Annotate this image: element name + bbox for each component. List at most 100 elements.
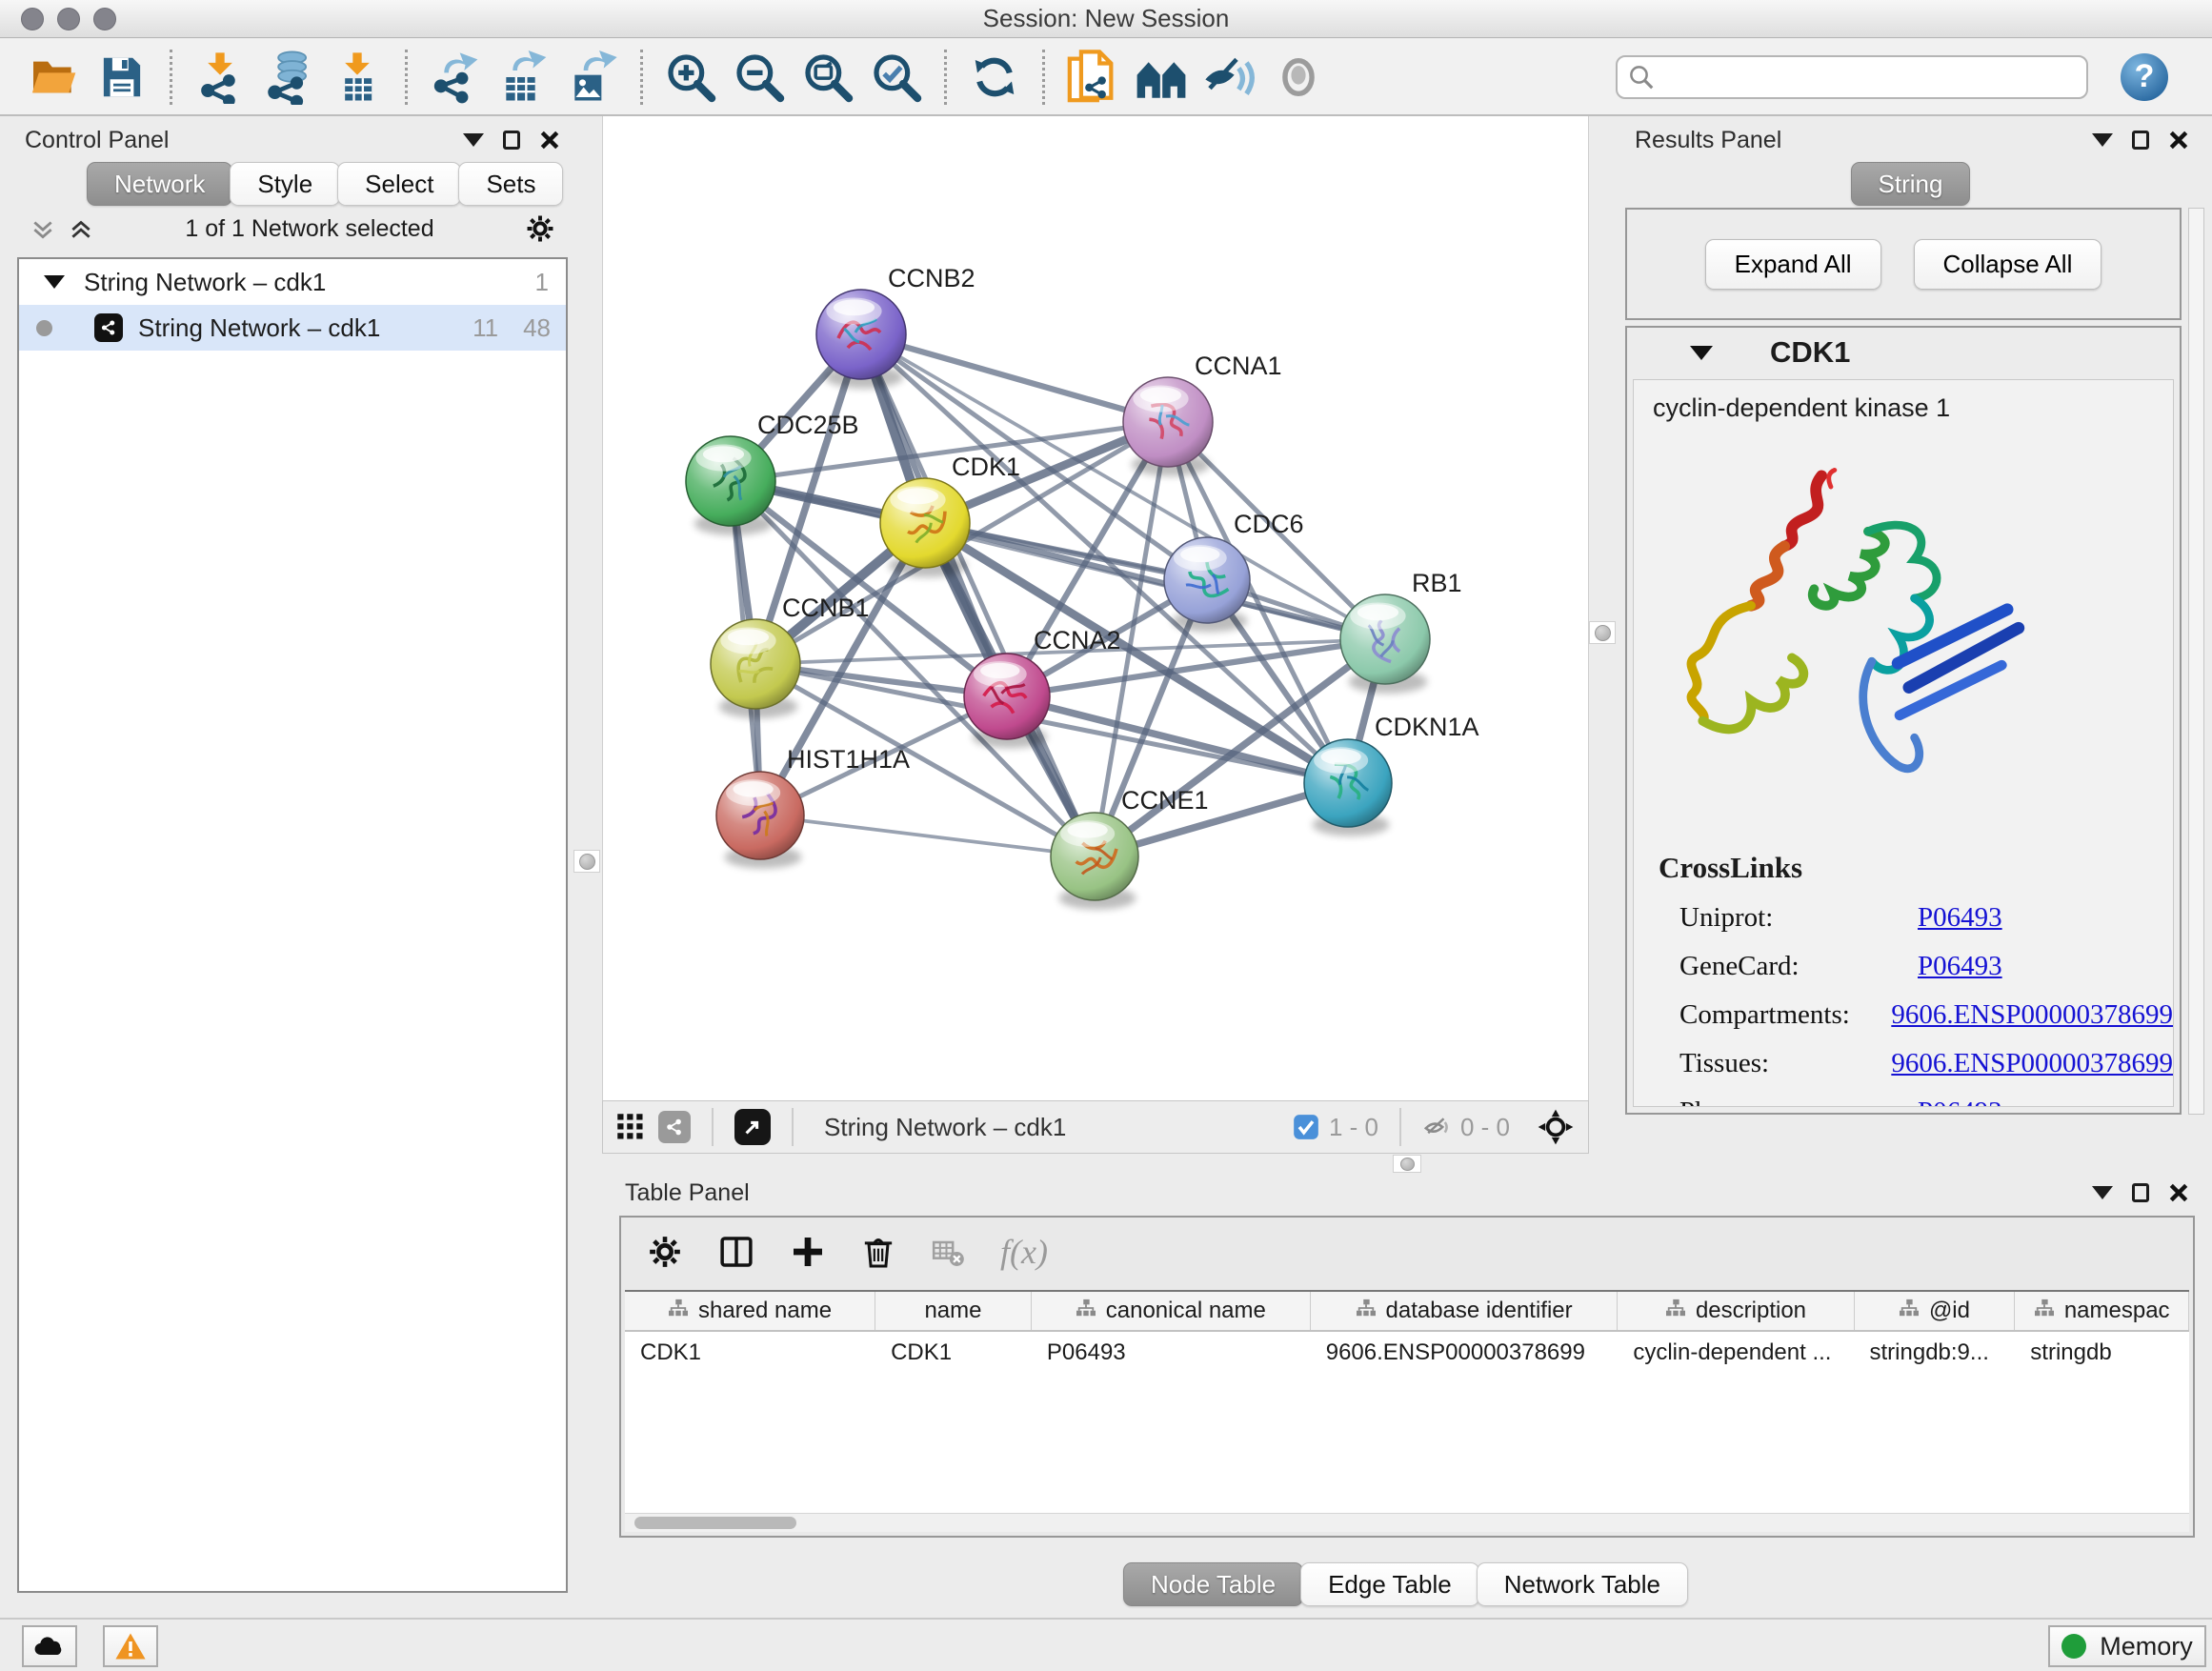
section-collapse-icon[interactable] [1690, 346, 1713, 360]
table-cell[interactable]: 9606.ENSP00000378699 [1311, 1332, 1619, 1374]
network-node-rb1[interactable]: RB1 [1340, 569, 1462, 694]
edge-CCNE1-HIST1H1A[interactable] [760, 815, 1095, 856]
search-input[interactable] [1656, 59, 2077, 95]
panel-close-icon[interactable] [539, 130, 560, 151]
column-header-database-identifier[interactable]: database identifier [1311, 1292, 1619, 1330]
show-all-button[interactable] [1269, 48, 1328, 107]
memory-button[interactable]: Memory [2048, 1625, 2206, 1667]
panel-float-icon[interactable] [2132, 131, 2149, 150]
tab-network[interactable]: Network [87, 162, 232, 206]
network-share-icon[interactable] [658, 1111, 691, 1143]
network-node-cdkn1a[interactable]: CDKN1A [1304, 713, 1479, 836]
delete-column-icon[interactable] [859, 1233, 897, 1271]
expand-all-button[interactable]: Expand All [1705, 239, 1881, 290]
column-header-namespac[interactable]: namespac [2015, 1292, 2189, 1330]
crosslink-link[interactable]: 9606.ENSP00000378699 [1891, 1048, 2173, 1079]
network-node-ccnb2[interactable]: CCNB2 [816, 264, 975, 389]
tab-sets[interactable]: Sets [458, 162, 563, 206]
left-splitter-handle[interactable] [573, 850, 600, 873]
tab-node-table[interactable]: Node Table [1123, 1562, 1303, 1606]
table-cell[interactable]: stringdb:9... [1855, 1332, 2016, 1374]
minimize-window-button[interactable] [57, 8, 80, 30]
save-session-button[interactable] [92, 48, 151, 107]
selected-checkbox-icon[interactable] [1293, 1114, 1319, 1140]
network-node-hist1h1a[interactable]: HIST1H1A [716, 745, 910, 869]
edge-CCNB2-CCNE1[interactable] [861, 334, 1095, 856]
table-cell[interactable]: CDK1 [875, 1332, 1032, 1374]
hidden-eye-icon[interactable] [1422, 1113, 1451, 1141]
export-table-button[interactable] [494, 48, 553, 107]
zoom-selected-button[interactable] [867, 48, 926, 107]
refresh-layout-button[interactable] [965, 48, 1024, 107]
results-scrollbar[interactable] [2188, 208, 2204, 1115]
network-row[interactable]: String Network – cdk1 11 48 [19, 305, 566, 351]
network-collection-row[interactable]: String Network – cdk1 1 [19, 259, 566, 305]
tab-string[interactable]: String [1851, 162, 1971, 206]
export-image-button[interactable] [563, 48, 622, 107]
help-button[interactable]: ? [2121, 53, 2168, 101]
protein-section-header[interactable]: CDK1 [1627, 328, 2180, 377]
crosshair-icon[interactable] [1537, 1108, 1575, 1146]
panel-float-icon[interactable] [503, 131, 520, 150]
collection-expand-icon[interactable] [44, 275, 65, 289]
zoom-window-button[interactable] [93, 8, 116, 30]
crosslink-link[interactable]: P06493 [1918, 951, 2002, 982]
zoom-in-button[interactable] [661, 48, 720, 107]
add-column-icon[interactable] [789, 1233, 827, 1271]
panel-close-icon[interactable] [2168, 130, 2189, 151]
table-gear-icon[interactable] [646, 1233, 684, 1271]
export-image-icon [566, 50, 619, 104]
scrollbar-thumb[interactable] [634, 1517, 796, 1529]
cloud-status-button[interactable] [22, 1625, 77, 1667]
warnings-button[interactable] [103, 1625, 158, 1667]
panel-float-icon[interactable] [2132, 1183, 2149, 1202]
import-network-file-button[interactable] [191, 48, 250, 107]
expand-all-icon[interactable] [67, 216, 95, 241]
gear-icon[interactable] [524, 212, 556, 245]
column-header-shared-name[interactable]: shared name [625, 1292, 875, 1330]
close-window-button[interactable] [21, 8, 44, 30]
crosslink-link[interactable]: 9606.ENSP00000378699 [1891, 999, 2173, 1031]
column-header-name[interactable]: name [875, 1292, 1032, 1330]
crosslink-link[interactable]: P06493 [1918, 1097, 2002, 1107]
export-network-button[interactable] [426, 48, 485, 107]
tab-select[interactable]: Select [337, 162, 461, 206]
show-columns-icon[interactable] [716, 1232, 756, 1272]
column-header-description[interactable]: description [1618, 1292, 1854, 1330]
panel-close-icon[interactable] [2168, 1182, 2189, 1203]
birds-eye-grid-icon[interactable] [616, 1113, 645, 1141]
network-node-cdk1[interactable]: CDK1 [880, 453, 1020, 577]
network-node-ccne1[interactable]: CCNE1 [1051, 786, 1209, 910]
table-cell[interactable]: CDK1 [625, 1332, 875, 1374]
toolbar-search-field[interactable] [1616, 55, 2088, 99]
zoom-fit-button[interactable] [798, 48, 857, 107]
hide-selected-button[interactable] [1200, 48, 1259, 107]
panel-collapse-icon[interactable] [2092, 133, 2113, 147]
open-session-button[interactable] [24, 48, 83, 107]
table-cell[interactable]: P06493 [1032, 1332, 1311, 1374]
network-node-ccnb1[interactable]: CCNB1 [711, 594, 870, 718]
column-header-@id[interactable]: @id [1855, 1292, 2016, 1330]
first-neighbors-button[interactable] [1132, 48, 1191, 107]
panel-collapse-icon[interactable] [463, 133, 484, 147]
panel-collapse-icon[interactable] [2092, 1186, 2113, 1199]
import-network-database-button[interactable] [259, 48, 318, 107]
collapse-all-icon[interactable] [29, 216, 57, 241]
network-canvas[interactable]: CCNB2CCNA1CDC25BCDK1CDC6RB1CCNB1CCNA2CDK… [602, 116, 1589, 1100]
tab-network-table[interactable]: Network Table [1477, 1562, 1688, 1606]
table-horizontal-scrollbar[interactable] [625, 1513, 2189, 1532]
table-cell[interactable]: stringdb [2015, 1332, 2189, 1374]
right-splitter-handle[interactable] [1589, 621, 1616, 644]
tab-edge-table[interactable]: Edge Table [1300, 1562, 1479, 1606]
column-header-canonical-name[interactable]: canonical name [1032, 1292, 1311, 1330]
zoom-out-button[interactable] [730, 48, 789, 107]
new-network-from-selection-button[interactable] [1063, 48, 1122, 107]
crosslink-link[interactable]: P06493 [1918, 902, 2002, 934]
tab-style[interactable]: Style [230, 162, 340, 206]
import-table-file-button[interactable] [328, 48, 387, 107]
results-panel: Results Panel String Expand All Collapse… [1619, 122, 2204, 1153]
collapse-all-button[interactable]: Collapse All [1914, 239, 2102, 290]
open-in-window-button[interactable] [734, 1109, 771, 1145]
horizontal-splitter-handle[interactable] [1393, 1155, 1421, 1173]
table-cell[interactable]: cyclin-dependent ... [1618, 1332, 1854, 1374]
